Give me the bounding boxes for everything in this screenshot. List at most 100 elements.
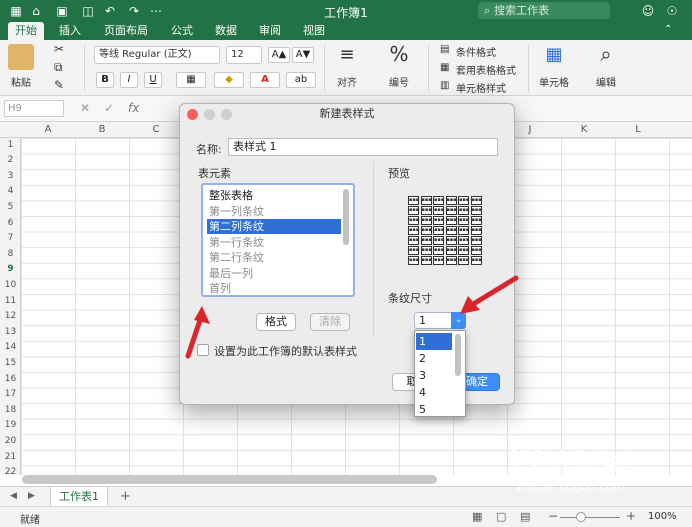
row-header[interactable]: 10 bbox=[0, 280, 21, 290]
italic-button[interactable]: I bbox=[120, 72, 138, 88]
row-header[interactable]: 16 bbox=[0, 374, 21, 384]
page-break-icon[interactable]: ▤ bbox=[520, 510, 530, 523]
format-painter-icon[interactable]: ✎ bbox=[54, 78, 64, 92]
row-header[interactable]: 18 bbox=[0, 405, 21, 415]
column-header[interactable]: C bbox=[129, 124, 183, 135]
list-item[interactable]: 第一列条纹 bbox=[207, 204, 341, 219]
dropdown-option[interactable]: 3 bbox=[416, 367, 452, 384]
dropdown-option[interactable]: 4 bbox=[416, 384, 452, 401]
column-header[interactable]: A bbox=[21, 124, 75, 135]
tab-data[interactable]: 数据 bbox=[206, 22, 246, 40]
format-button[interactable]: 格式 bbox=[256, 313, 296, 331]
column-header[interactable]: B bbox=[75, 124, 129, 135]
dropdown-scrollbar[interactable] bbox=[455, 334, 461, 376]
row-header[interactable]: 8 bbox=[0, 249, 21, 259]
shrink-font-button[interactable]: A▼ bbox=[292, 47, 314, 63]
table-elements-list[interactable]: 整张表格 第一列条纹 第二列条纹 第一行条纹 第二行条纹 最后一列 首列 bbox=[201, 183, 355, 297]
list-scrollbar[interactable] bbox=[343, 189, 349, 245]
percent-icon[interactable]: % bbox=[386, 42, 412, 66]
row-header[interactable]: 11 bbox=[0, 296, 21, 306]
row-header[interactable]: 13 bbox=[0, 327, 21, 337]
copy-icon[interactable]: ⧉ bbox=[54, 60, 63, 75]
dropdown-option[interactable]: 5 bbox=[416, 401, 452, 416]
cut-icon[interactable]: ✂ bbox=[54, 42, 64, 56]
text-style-icon[interactable]: ab bbox=[286, 72, 316, 88]
sidebar-toggle-icon[interactable]: ▦ bbox=[8, 3, 24, 19]
row-header[interactable]: 12 bbox=[0, 311, 21, 321]
row-header-selected[interactable]: 9 bbox=[0, 264, 21, 274]
row-header[interactable]: 15 bbox=[0, 358, 21, 368]
cells-icon[interactable]: ▦ bbox=[540, 44, 568, 65]
list-item[interactable]: 最后一列 bbox=[207, 266, 341, 281]
save-icon[interactable]: ◫ bbox=[80, 3, 96, 19]
tab-view[interactable]: 视图 bbox=[294, 22, 334, 40]
dropdown-option[interactable]: 2 bbox=[416, 350, 452, 367]
row-header[interactable]: 19 bbox=[0, 420, 21, 430]
row-header[interactable]: 2 bbox=[0, 155, 21, 165]
zoom-in-icon[interactable]: + bbox=[626, 509, 636, 523]
normal-view-icon[interactable]: ▦ bbox=[472, 510, 482, 523]
row-header[interactable]: 14 bbox=[0, 342, 21, 352]
tab-review[interactable]: 审阅 bbox=[250, 22, 290, 40]
row-header[interactable]: 3 bbox=[0, 171, 21, 181]
dropdown-option-selected[interactable]: 1 bbox=[416, 333, 452, 350]
page-layout-icon[interactable]: ▢ bbox=[496, 510, 506, 523]
prev-sheet-icon[interactable]: ◀ bbox=[10, 491, 17, 501]
row-header[interactable]: 17 bbox=[0, 389, 21, 399]
border-icon[interactable]: ▦ bbox=[176, 72, 206, 88]
style-name-input[interactable]: 表样式 1 bbox=[228, 138, 498, 156]
tab-formulas[interactable]: 公式 bbox=[162, 22, 202, 40]
row-header[interactable]: 7 bbox=[0, 233, 21, 243]
add-sheet-icon[interactable]: + bbox=[120, 489, 131, 504]
apps-icon[interactable]: ▣ bbox=[54, 3, 70, 19]
stripe-size-dropdown[interactable]: 1 2 3 4 5 bbox=[414, 330, 466, 417]
cancel-icon[interactable]: ✕ bbox=[80, 101, 90, 115]
zoom-out-icon[interactable]: − bbox=[548, 509, 558, 523]
font-size-select[interactable]: 12 bbox=[226, 46, 262, 64]
more-icon[interactable]: ⋯ bbox=[148, 3, 164, 19]
home-icon[interactable]: ⌂ bbox=[28, 3, 44, 19]
row-header[interactable]: 4 bbox=[0, 186, 21, 196]
row-header[interactable]: 21 bbox=[0, 452, 21, 462]
collapse-ribbon-icon[interactable]: ⌃ bbox=[664, 24, 672, 35]
horizontal-scrollbar[interactable] bbox=[22, 475, 437, 484]
find-icon[interactable]: ⌕ bbox=[592, 42, 620, 66]
list-item-selected[interactable]: 第二列条纹 bbox=[207, 219, 341, 234]
list-item[interactable]: 首列 bbox=[207, 281, 341, 295]
search-box[interactable]: ⌕ 搜索工作表 bbox=[478, 2, 610, 19]
fill-color-icon[interactable]: ◆ bbox=[214, 72, 244, 88]
undo-icon[interactable]: ↶ bbox=[102, 3, 118, 19]
name-box[interactable]: H9 bbox=[4, 100, 64, 117]
column-header[interactable]: L bbox=[611, 124, 665, 135]
conditional-format-button[interactable]: 条件格式 bbox=[456, 44, 496, 59]
tab-page-layout[interactable]: 页面布局 bbox=[98, 22, 154, 40]
row-header[interactable]: 5 bbox=[0, 202, 21, 212]
column-header[interactable]: K bbox=[557, 124, 611, 135]
confirm-icon[interactable]: ✓ bbox=[104, 101, 114, 115]
next-sheet-icon[interactable]: ▶ bbox=[28, 491, 35, 501]
sheet-tab[interactable]: 工作表1 bbox=[50, 487, 108, 507]
row-header[interactable]: 20 bbox=[0, 436, 21, 446]
zoom-slider-handle[interactable] bbox=[576, 512, 586, 522]
row-header[interactable]: 6 bbox=[0, 218, 21, 228]
tab-insert[interactable]: 插入 bbox=[52, 22, 88, 40]
list-item[interactable]: 第一行条纹 bbox=[207, 235, 341, 250]
underline-button[interactable]: U bbox=[144, 72, 162, 88]
function-icon[interactable]: fx bbox=[128, 101, 139, 115]
row-header[interactable]: 22 bbox=[0, 467, 21, 477]
redo-icon[interactable]: ↷ bbox=[126, 3, 142, 19]
bold-button[interactable]: B bbox=[96, 72, 114, 88]
paste-icon[interactable] bbox=[8, 44, 34, 70]
font-name-select[interactable]: 等线 Regular (正文) bbox=[94, 46, 220, 64]
zoom-slider[interactable] bbox=[560, 517, 620, 518]
list-item[interactable]: 第二行条纹 bbox=[207, 250, 341, 265]
cell-style-button[interactable]: 单元格样式 bbox=[456, 80, 506, 95]
align-icon[interactable]: ≡ bbox=[334, 44, 360, 65]
table-format-button[interactable]: 套用表格格式 bbox=[456, 62, 516, 77]
smiley-icon[interactable]: ☺ bbox=[640, 3, 656, 19]
user-icon[interactable]: ☉ bbox=[664, 3, 680, 19]
font-color-icon[interactable]: A bbox=[250, 72, 280, 88]
row-header[interactable]: 1 bbox=[0, 140, 21, 150]
list-item[interactable]: 整张表格 bbox=[207, 188, 341, 203]
grow-font-button[interactable]: A▲ bbox=[268, 47, 290, 63]
